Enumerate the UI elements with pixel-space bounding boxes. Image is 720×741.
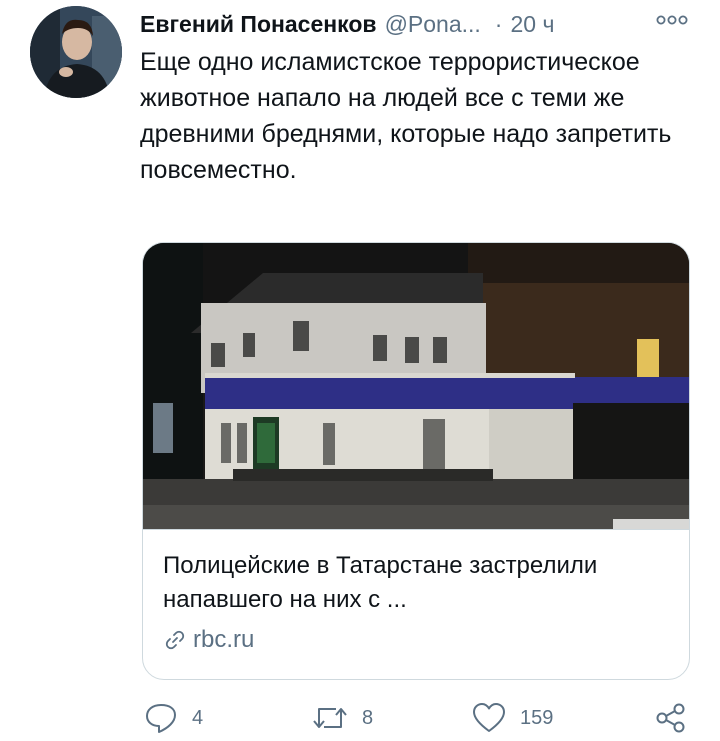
link-icon [165,630,185,650]
like-button[interactable]: 159 [472,698,553,738]
author-name[interactable]: Евгений Понасенков [140,11,377,38]
card-divider [143,529,689,530]
reply-button[interactable]: 4 [144,698,203,738]
card-domain[interactable]: rbc.ru [163,623,254,657]
retweet-icon [313,708,347,728]
more-icon [656,15,688,25]
tweet-timestamp[interactable]: 20 ч [510,11,554,38]
tweet-actions: 4 8 159 [0,698,720,738]
tweet-text: Еще одно исламистское террористическое ж… [140,48,672,184]
like-count: 159 [520,706,554,729]
share-icon [656,703,685,733]
link-preview-card[interactable]: Полицейские в Татарстане застрелили напа… [142,242,690,680]
retweet-button[interactable]: 8 [312,698,373,738]
retweet-count: 8 [362,706,374,729]
avatar-image [30,6,122,98]
share-button[interactable] [655,698,687,738]
separator-dot: · [494,10,503,37]
more-options-button[interactable] [655,10,689,30]
card-title[interactable]: Полицейские в Татарстане застрелили напа… [163,549,673,617]
author-handle[interactable]: @Pona... [385,11,481,38]
author-avatar[interactable] [30,6,122,98]
reply-count: 4 [192,706,204,729]
tweet-header: Евгений Понасенков @Pona... · 20 ч [140,8,700,40]
card-image [143,243,689,529]
card-domain-text: rbc.ru [193,626,255,653]
reply-icon [146,704,176,733]
heart-icon [473,703,505,732]
